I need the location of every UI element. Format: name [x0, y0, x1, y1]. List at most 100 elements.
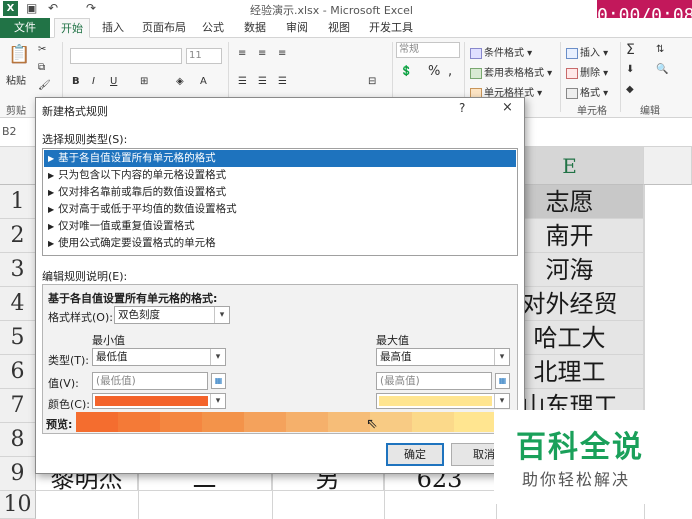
min-type-select[interactable]: 最低值 ▾: [92, 348, 226, 366]
type-label: 类型(T):: [48, 354, 90, 367]
help-button[interactable]: ?: [459, 101, 465, 115]
row-header[interactable]: 6: [0, 355, 36, 389]
rule-type-item[interactable]: ▶ 使用公式确定要设置格式的单元格: [44, 235, 516, 252]
rule-type-list[interactable]: ▶ 基于各自值设置所有单元格的格式 ▶ 只为包含以下内容的单元格设置格式 ▶ 仅对排名…: [42, 148, 518, 256]
value-label: 值(V):: [48, 377, 79, 390]
sort-filter-icon[interactable]: ⇅: [656, 44, 664, 55]
rule-type-item[interactable]: ▶ 仅对排名靠前或靠后的数值设置格式: [44, 184, 516, 201]
ok-button[interactable]: 确定: [386, 443, 444, 466]
rule-type-item[interactable]: ▶ 仅对唯一值或重复值设置格式: [44, 218, 516, 235]
name-box[interactable]: B2: [2, 125, 32, 142]
select-all-corner[interactable]: [0, 147, 36, 185]
rule-type-item[interactable]: ▶ 基于各自值设置所有单元格的格式: [44, 150, 516, 167]
currency-icon[interactable]: 💲: [400, 66, 412, 77]
dialog-title: 新建格式规则: [42, 105, 108, 118]
triangle-right-icon: ▶: [48, 171, 55, 180]
fill-color-icon[interactable]: ◈: [176, 76, 184, 87]
rule-type-item[interactable]: ▶ 只为包含以下内容的单元格设置格式: [44, 167, 516, 184]
tab-page-layout[interactable]: 页面布局: [138, 18, 190, 38]
tab-home[interactable]: 开始: [54, 18, 90, 38]
clipboard-group-label: 剪贴: [6, 106, 26, 117]
tab-view[interactable]: 视图: [322, 18, 356, 38]
close-button[interactable]: ×: [502, 100, 513, 115]
comma-button[interactable]: ,: [448, 64, 452, 79]
table-format-button[interactable]: 套用表格格式 ▾: [470, 64, 552, 79]
font-name-combo[interactable]: [70, 48, 182, 64]
bold-button[interactable]: B: [72, 76, 80, 87]
range-select-icon[interactable]: ▦: [211, 373, 226, 389]
column-header[interactable]: [644, 147, 692, 185]
min-value-input[interactable]: (最低值): [92, 372, 208, 390]
align-right-icon[interactable]: ☰: [278, 76, 287, 87]
number-format-combo[interactable]: 常规: [396, 42, 460, 58]
max-type-select[interactable]: 最高值 ▾: [376, 348, 510, 366]
row-header[interactable]: 10: [0, 491, 36, 519]
min-color-picker[interactable]: ▾: [92, 393, 226, 409]
preview-segment: [454, 412, 496, 432]
format-cells-button[interactable]: 格式 ▾: [566, 84, 608, 99]
fill-icon[interactable]: ⬇: [626, 64, 634, 75]
row-header[interactable]: 9: [0, 457, 36, 491]
conditional-format-button[interactable]: 条件格式 ▾: [470, 44, 532, 59]
delete-cells-button[interactable]: 删除 ▾: [566, 64, 608, 79]
autosum-button[interactable]: Σ: [626, 42, 635, 58]
font-color-icon[interactable]: A: [200, 76, 207, 87]
rule-type-label: 只为包含以下内容的单元格设置格式: [58, 169, 227, 181]
ribbon-tabs: 文件 开始 插入 页面布局 公式 数据 审阅 视图 开发工具: [0, 18, 692, 38]
row-header[interactable]: 4: [0, 287, 36, 321]
insert-cells-button[interactable]: 插入 ▾: [566, 44, 608, 59]
underline-button[interactable]: U: [110, 76, 117, 87]
tab-insert[interactable]: 插入: [96, 18, 130, 38]
tab-data[interactable]: 数据: [238, 18, 272, 38]
font-size-combo[interactable]: 11: [186, 48, 222, 64]
range-select-icon[interactable]: ▦: [495, 373, 510, 389]
mouse-cursor-icon: ⇖: [366, 416, 378, 432]
save-icon[interactable]: ▣: [26, 1, 37, 15]
align-middle-icon[interactable]: ≡: [258, 48, 266, 59]
merge-icon[interactable]: ⊟: [368, 76, 376, 87]
row-header[interactable]: 2: [0, 219, 36, 253]
format-style-value: 双色刻度: [118, 309, 160, 321]
tab-review[interactable]: 审阅: [280, 18, 314, 38]
min-color-swatch: [95, 396, 208, 406]
row-header[interactable]: 5: [0, 321, 36, 355]
preview-label: 预览:: [46, 418, 73, 431]
copy-icon[interactable]: ⧉: [38, 62, 45, 73]
min-type-value: 最低值: [96, 351, 128, 363]
row-header[interactable]: 3: [0, 253, 36, 287]
preview-segment: [328, 412, 370, 432]
paste-icon[interactable]: 📋: [8, 44, 30, 65]
delete-cells-icon: [566, 67, 578, 79]
percent-button[interactable]: %: [428, 64, 440, 79]
format-style-select[interactable]: 双色刻度 ▾: [114, 306, 230, 324]
rule-type-item[interactable]: ▶ 仅对高于或低于平均值的数值设置格式: [44, 201, 516, 218]
italic-button[interactable]: I: [92, 76, 95, 87]
undo-icon[interactable]: ↶: [48, 1, 58, 15]
clear-icon[interactable]: ◆: [626, 84, 634, 95]
rule-type-label: 仅对唯一值或重复值设置格式: [58, 220, 195, 232]
paste-button[interactable]: 粘贴: [6, 72, 26, 87]
row-header[interactable]: 1: [0, 185, 36, 219]
cut-icon[interactable]: ✂: [38, 44, 46, 55]
align-top-icon[interactable]: ≡: [238, 48, 246, 59]
tab-formulas[interactable]: 公式: [196, 18, 230, 38]
max-value-input[interactable]: (最高值): [376, 372, 492, 390]
find-select-icon[interactable]: 🔍: [656, 64, 668, 75]
format-painter-icon[interactable]: 🖌: [38, 80, 51, 91]
excel-logo-icon: X: [3, 1, 18, 16]
chevron-down-icon: ▾: [210, 349, 225, 365]
border-icon[interactable]: ⊞: [140, 76, 148, 87]
conditional-format-label: 条件格式: [484, 48, 524, 59]
desc-heading: 基于各自值设置所有单元格的格式:: [48, 292, 218, 305]
redo-icon[interactable]: ↷: [86, 1, 96, 15]
color-label: 颜色(C):: [48, 398, 90, 411]
tab-file[interactable]: 文件: [0, 18, 50, 38]
align-left-icon[interactable]: ☰: [238, 76, 247, 87]
align-center-icon[interactable]: ☰: [258, 76, 267, 87]
triangle-right-icon: ▶: [48, 205, 55, 214]
max-color-picker[interactable]: ▾: [376, 393, 510, 409]
row-header[interactable]: 8: [0, 423, 36, 457]
tab-developer[interactable]: 开发工具: [364, 18, 418, 38]
align-bottom-icon[interactable]: ≡: [278, 48, 286, 59]
row-header[interactable]: 7: [0, 389, 36, 423]
